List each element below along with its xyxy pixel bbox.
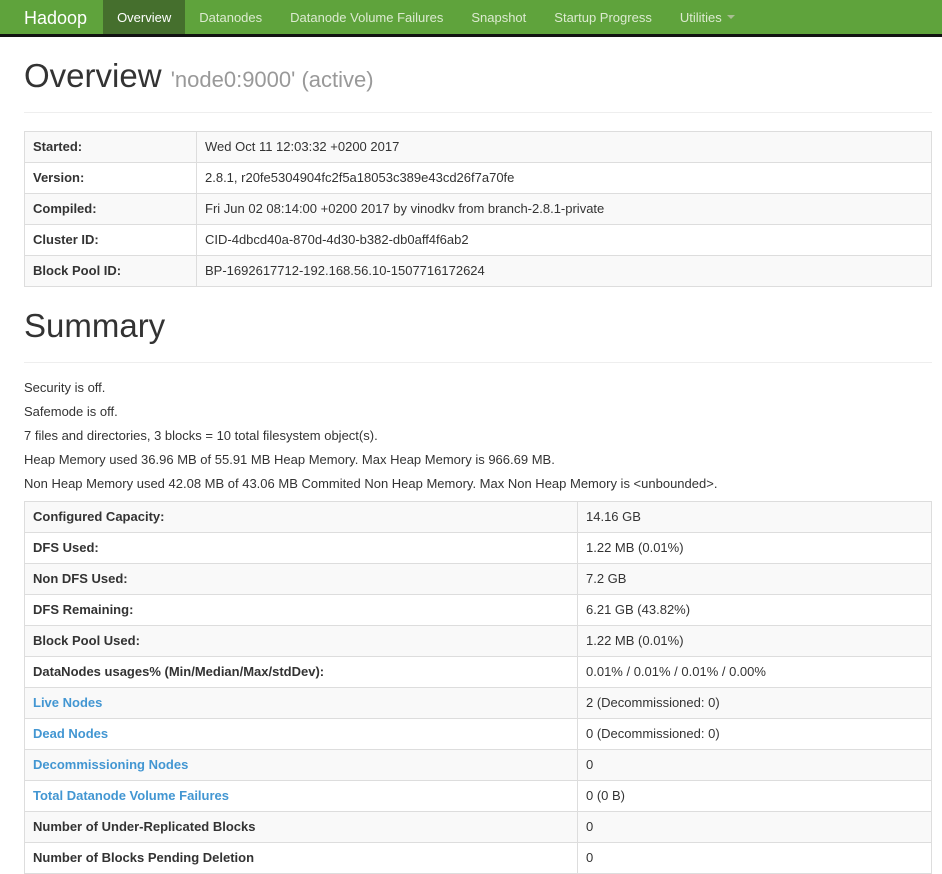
summary-note: Safemode is off. xyxy=(24,404,118,419)
row-value: Wed Oct 11 12:03:32 +0200 2017 xyxy=(196,131,932,163)
table-row: Non DFS Used: 7.2 GB xyxy=(24,563,932,595)
table-row: Cluster ID: CID-4dbcd40a-870d-4d30-b382-d… xyxy=(24,224,932,256)
table-row: Number of Under-Replicated Blocks 0 xyxy=(24,811,932,843)
page-content: Overview 'node0:9000' (active) Started: W… xyxy=(0,57,942,874)
chevron-down-icon xyxy=(726,15,735,19)
row-value: CID-4dbcd40a-870d-4d30-b382-db0aff4f6ab2 xyxy=(196,224,932,256)
divider xyxy=(24,112,932,113)
row-value: 0 xyxy=(577,842,932,874)
table-row: DataNodes usages% (Min/Median/Max/stdDev… xyxy=(24,656,932,688)
table-row: Number of Blocks Pending Deletion 0 xyxy=(24,842,932,874)
row-label-number-of-under-replicated-blocks: Number of Under-Replicated Blocks xyxy=(24,811,578,843)
overview-title-text: Overview xyxy=(24,57,162,94)
table-row: Block Pool Used: 1.22 MB (0.01%) xyxy=(24,625,932,657)
namenode-address-subtitle: 'node0:9000' (active) xyxy=(170,67,374,92)
dead-nodes-link[interactable]: Dead Nodes xyxy=(33,726,108,741)
nav-item-overview[interactable]: Overview xyxy=(103,0,186,34)
table-row: Total Datanode Volume Failures 0 (0 B) xyxy=(24,780,932,812)
total-datanode-volume-failures-link[interactable]: Total Datanode Volume Failures xyxy=(33,788,229,803)
row-value: 0.01% / 0.01% / 0.01% / 0.00% xyxy=(577,656,932,688)
row-value: BP-1692617712-192.168.56.10-150771617262… xyxy=(196,255,932,287)
namenode-info-table: Started: Wed Oct 11 12:03:32 +0200 2017 Ve… xyxy=(24,131,932,287)
nav-item-label: Snapshot xyxy=(471,9,527,25)
nav-item-utilities[interactable]: Utilities xyxy=(666,0,749,34)
top-navbar: Hadoop Overview Datanodes Datanode Volume … xyxy=(0,0,942,37)
row-label-decommissioning-nodes: Decommissioning Nodes xyxy=(24,749,578,781)
row-value: 0 xyxy=(577,749,932,781)
nav-item-label: Overview xyxy=(117,9,172,25)
nav-item-snapshot[interactable]: Snapshot xyxy=(457,0,540,34)
nav-item-startup-progress[interactable]: Startup Progress xyxy=(540,0,666,34)
table-row: Version: 2.8.1, r20fe5304904fc2f5a18053c3… xyxy=(24,162,932,194)
row-value: 1.22 MB (0.01%) xyxy=(577,625,932,657)
table-row: Live Nodes 2 (Decommissioned: 0) xyxy=(24,687,932,719)
row-label-live-nodes: Live Nodes xyxy=(24,687,578,719)
row-label-version: Version: xyxy=(24,162,197,194)
nav-item-datanodes[interactable]: Datanodes xyxy=(185,0,276,34)
row-value: 2 (Decommissioned: 0) xyxy=(577,687,932,719)
summary-note: Heap Memory used 36.96 MB of 55.91 MB He… xyxy=(24,452,555,467)
table-row: DFS Used: 1.22 MB (0.01%) xyxy=(24,532,932,564)
nav-item-datanode-volume-failures[interactable]: Datanode Volume Failures xyxy=(276,0,457,34)
summary-notes: Security is off. Safemode is off. 7 files … xyxy=(24,381,932,490)
row-value: 7.2 GB xyxy=(577,563,932,595)
row-value: 6.21 GB (43.82%) xyxy=(577,594,932,626)
summary-table: Configured Capacity: 14.16 GB DFS Used: 1.2… xyxy=(24,501,932,874)
row-label-block-pool-used: Block Pool Used: xyxy=(24,625,578,657)
row-label-block-pool-id: Block Pool ID: xyxy=(24,255,197,287)
row-label-number-of-blocks-pending-deletion: Number of Blocks Pending Deletion xyxy=(24,842,578,874)
row-label-non-dfs-used: Non DFS Used: xyxy=(24,563,578,595)
nav-menu: Overview Datanodes Datanode Volume Failure… xyxy=(103,0,749,34)
row-value: 0 (0 B) xyxy=(577,780,932,812)
table-row: Started: Wed Oct 11 12:03:32 +0200 2017 xyxy=(24,131,932,163)
live-nodes-link[interactable]: Live Nodes xyxy=(33,695,102,710)
overview-page-title: Overview 'node0:9000' (active) xyxy=(24,57,932,95)
row-label-started: Started: xyxy=(24,131,197,163)
nav-item-label: Utilities xyxy=(679,9,722,25)
nav-item-label: Startup Progress xyxy=(554,9,652,25)
row-value: 1.22 MB (0.01%) xyxy=(577,532,932,564)
row-value: 14.16 GB xyxy=(577,501,932,533)
summary-note: Security is off. xyxy=(24,380,106,395)
decommissioning-nodes-link[interactable]: Decommissioning Nodes xyxy=(33,757,188,772)
table-row: Compiled: Fri Jun 02 08:14:00 +0200 2017 … xyxy=(24,193,932,225)
row-value: 0 (Decommissioned: 0) xyxy=(577,718,932,750)
divider xyxy=(24,362,932,363)
row-label-cluster-id: Cluster ID: xyxy=(24,224,197,256)
row-label-total-datanode-volume-failures: Total Datanode Volume Failures xyxy=(24,780,578,812)
row-value: 2.8.1, r20fe5304904fc2f5a18053c389e43cd2… xyxy=(196,162,932,194)
row-label-compiled: Compiled: xyxy=(24,193,197,225)
nav-item-label: Datanodes xyxy=(199,9,263,25)
summary-section-title: Summary xyxy=(24,307,166,344)
table-row: Decommissioning Nodes 0 xyxy=(24,749,932,781)
nav-item-label: Datanode Volume Failures xyxy=(290,9,444,25)
row-label-dfs-used: DFS Used: xyxy=(24,532,578,564)
row-label-configured-capacity: Configured Capacity: xyxy=(24,501,578,533)
table-row: DFS Remaining: 6.21 GB (43.82%) xyxy=(24,594,932,626)
hadoop-brand[interactable]: Hadoop xyxy=(0,0,103,34)
row-value: Fri Jun 02 08:14:00 +0200 2017 by vinodk… xyxy=(196,193,932,225)
summary-note: 7 files and directories, 3 blocks = 10 t… xyxy=(24,428,378,443)
row-label-dfs-remaining: DFS Remaining: xyxy=(24,594,578,626)
row-label-datanodes-usages-min-median-max-stddev: DataNodes usages% (Min/Median/Max/stdDev… xyxy=(24,656,578,688)
row-value: 0 xyxy=(577,811,932,843)
summary-note: Non Heap Memory used 42.08 MB of 43.06 M… xyxy=(24,476,718,491)
row-label-dead-nodes: Dead Nodes xyxy=(24,718,578,750)
table-row: Block Pool ID: BP-1692617712-192.168.56.1… xyxy=(24,255,932,287)
table-row: Configured Capacity: 14.16 GB xyxy=(24,501,932,533)
table-row: Dead Nodes 0 (Decommissioned: 0) xyxy=(24,718,932,750)
